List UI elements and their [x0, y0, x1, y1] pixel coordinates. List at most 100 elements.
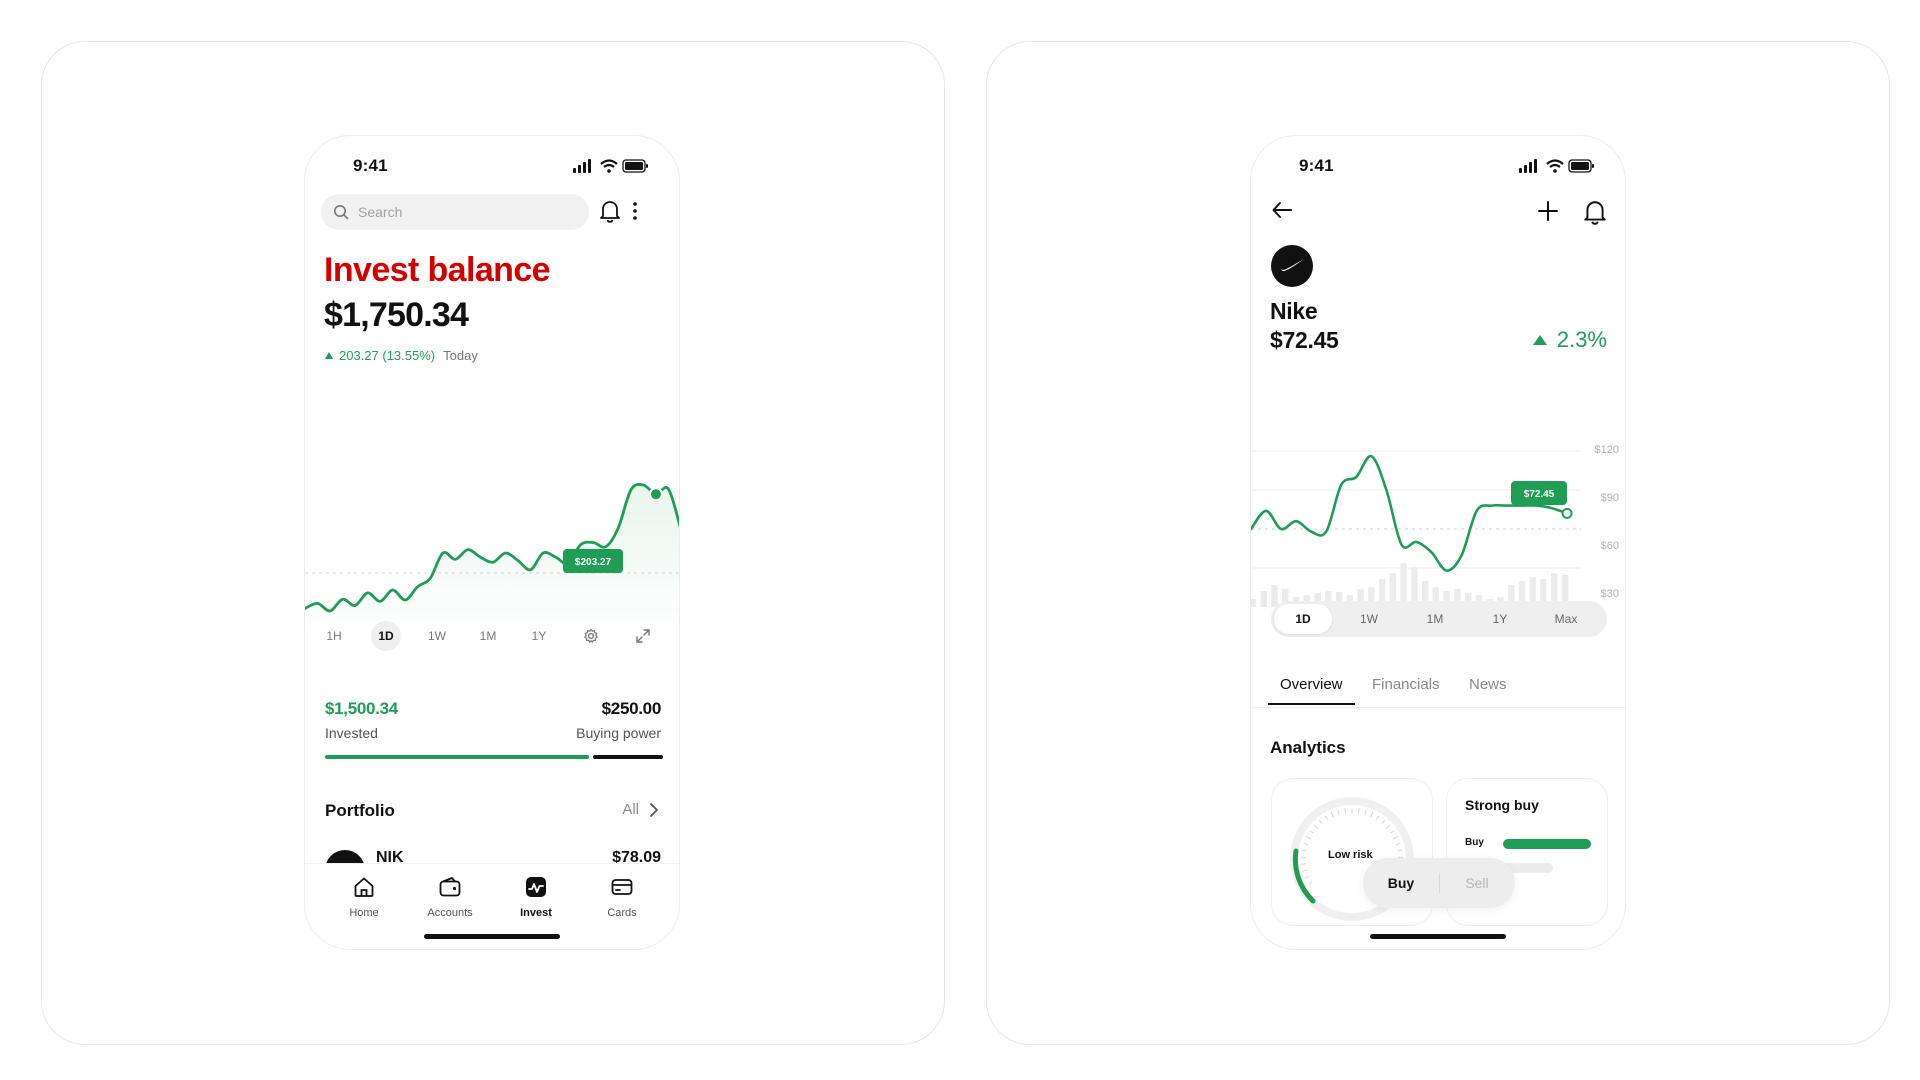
home-icon [354, 877, 374, 897]
volume-bar [1271, 585, 1278, 607]
home-indicator [424, 934, 560, 939]
tab-news[interactable]: News [1469, 676, 1507, 703]
stock-logo [1271, 245, 1313, 287]
up-arrow-icon [325, 352, 333, 359]
range-1y[interactable]: 1Y [524, 621, 554, 651]
gauge-tick [1370, 812, 1374, 818]
stock-name: Nike [1270, 298, 1318, 324]
tab-accounts-label: Accounts [427, 907, 473, 919]
gauge-tick [1364, 809, 1367, 815]
status-icons [573, 159, 648, 173]
range-selector: 1H 1D 1W 1M 1Y [319, 621, 667, 651]
tab-home-label: Home [349, 907, 379, 919]
gauge-tick [1303, 842, 1309, 846]
stock-change-pct: 2.3% [1556, 327, 1607, 352]
range-1d[interactable]: 1D [371, 621, 401, 651]
y-tick-30: $30 [1601, 588, 1619, 600]
volume-bar [1260, 591, 1267, 607]
tooltip-value: $72.45 [1524, 489, 1555, 500]
y-tick-60: $60 [1601, 540, 1619, 552]
change-period: Today [443, 348, 478, 363]
sell-button[interactable]: Sell [1439, 858, 1515, 908]
gauge-tick [1309, 830, 1315, 834]
range-1h[interactable]: 1H [319, 621, 349, 651]
search-input[interactable]: Search [321, 194, 589, 230]
status-time: 9:41 [353, 156, 388, 175]
tooltip-value: $203.27 [575, 557, 612, 568]
add-icon[interactable] [1537, 200, 1559, 222]
gauge-tick [1385, 824, 1391, 829]
more-options-icon[interactable] [631, 200, 639, 222]
range-1y[interactable]: 1Y [1471, 604, 1529, 634]
chart-line [1251, 454, 1569, 572]
search-icon [334, 205, 349, 220]
stock-change: 2.3% [1532, 327, 1607, 353]
buy-rating-bar [1503, 839, 1591, 849]
gauge-tick [1375, 815, 1380, 821]
chart-gridlines [1251, 450, 1581, 569]
swoosh-icon [1280, 259, 1304, 271]
portfolio-all-link[interactable]: All [622, 801, 639, 818]
gauge-tick [1324, 815, 1329, 821]
balance-value: $1,750.34 [324, 296, 469, 334]
buy-sell-toggle: Buy Sell [1363, 858, 1515, 908]
range-1w[interactable]: 1W [422, 621, 452, 651]
tab-cards[interactable]: Cards [587, 874, 657, 919]
range-selector: 1D 1W 1M 1Y Max [1271, 601, 1607, 637]
settings-icon[interactable] [583, 628, 599, 644]
recommendation-title: Strong buy [1465, 797, 1539, 813]
tab-invest-label: Invest [520, 907, 552, 919]
gauge-tick [1389, 830, 1395, 834]
stock-detail-phone: 9:41 Nike $72.45 2.3% $72.45 $120 $90 $6… [1250, 135, 1626, 950]
bell-icon[interactable] [599, 199, 621, 223]
balance-change: 203.27 (13.55%) Today [325, 348, 478, 363]
chevron-right-icon[interactable] [649, 802, 659, 818]
gauge-tick [1318, 819, 1323, 825]
home-indicator [1370, 934, 1506, 939]
back-arrow-icon[interactable] [1271, 200, 1293, 220]
tab-overview[interactable]: Overview [1268, 676, 1355, 705]
gauge-tick [1357, 808, 1360, 814]
invest-icon [526, 877, 546, 897]
portfolio-title: Portfolio [325, 801, 395, 820]
chart-tooltip: $203.27 [563, 549, 623, 573]
gauge-tick [1313, 824, 1319, 829]
invested-bar [325, 755, 589, 759]
buy-button[interactable]: Buy [1363, 858, 1439, 908]
expand-icon[interactable] [635, 628, 651, 644]
status-time: 9:41 [1299, 156, 1334, 175]
chart-current-point [1561, 507, 1573, 519]
range-1d[interactable]: 1D [1274, 604, 1332, 634]
range-max[interactable]: Max [1537, 604, 1595, 634]
tab-financials[interactable]: Financials [1372, 676, 1440, 703]
gauge-tick [1381, 819, 1386, 825]
gauge-tick [1302, 869, 1308, 872]
search-placeholder: Search [358, 204, 403, 220]
tab-accounts[interactable]: Accounts [415, 874, 485, 919]
gauge-tick [1307, 881, 1313, 885]
buying-power-label: Buying power [576, 725, 661, 741]
range-1m[interactable]: 1M [1406, 604, 1464, 634]
buying-power-bar [593, 755, 663, 759]
gauge-tick [1393, 836, 1399, 840]
volume-bar [1251, 599, 1257, 607]
y-tick-120: $120 [1595, 444, 1619, 456]
wallet-icon [439, 877, 461, 897]
gauge-tick [1397, 849, 1403, 852]
gauge-tick [1301, 849, 1307, 852]
gauge-tick [1344, 808, 1347, 814]
buying-power-amount: $250.00 [601, 699, 662, 718]
recommendation-buy-label: Buy [1465, 837, 1484, 848]
stock-price: $72.45 [1270, 327, 1339, 353]
gauge-tick [1304, 875, 1310, 879]
invested-amount: $1,500.34 [325, 699, 398, 718]
bell-icon[interactable] [1583, 199, 1607, 225]
range-1m[interactable]: 1M [473, 621, 503, 651]
gauge-tick [1395, 842, 1401, 846]
gauge-tick [1337, 809, 1340, 815]
range-1w[interactable]: 1W [1340, 604, 1398, 634]
stock-chart[interactable]: $72.45 $120 $90 $60 $30 $0 [1251, 371, 1626, 621]
tab-invest[interactable]: Invest [501, 874, 571, 919]
up-arrow-icon [1532, 335, 1547, 345]
tab-home[interactable]: Home [329, 874, 399, 919]
